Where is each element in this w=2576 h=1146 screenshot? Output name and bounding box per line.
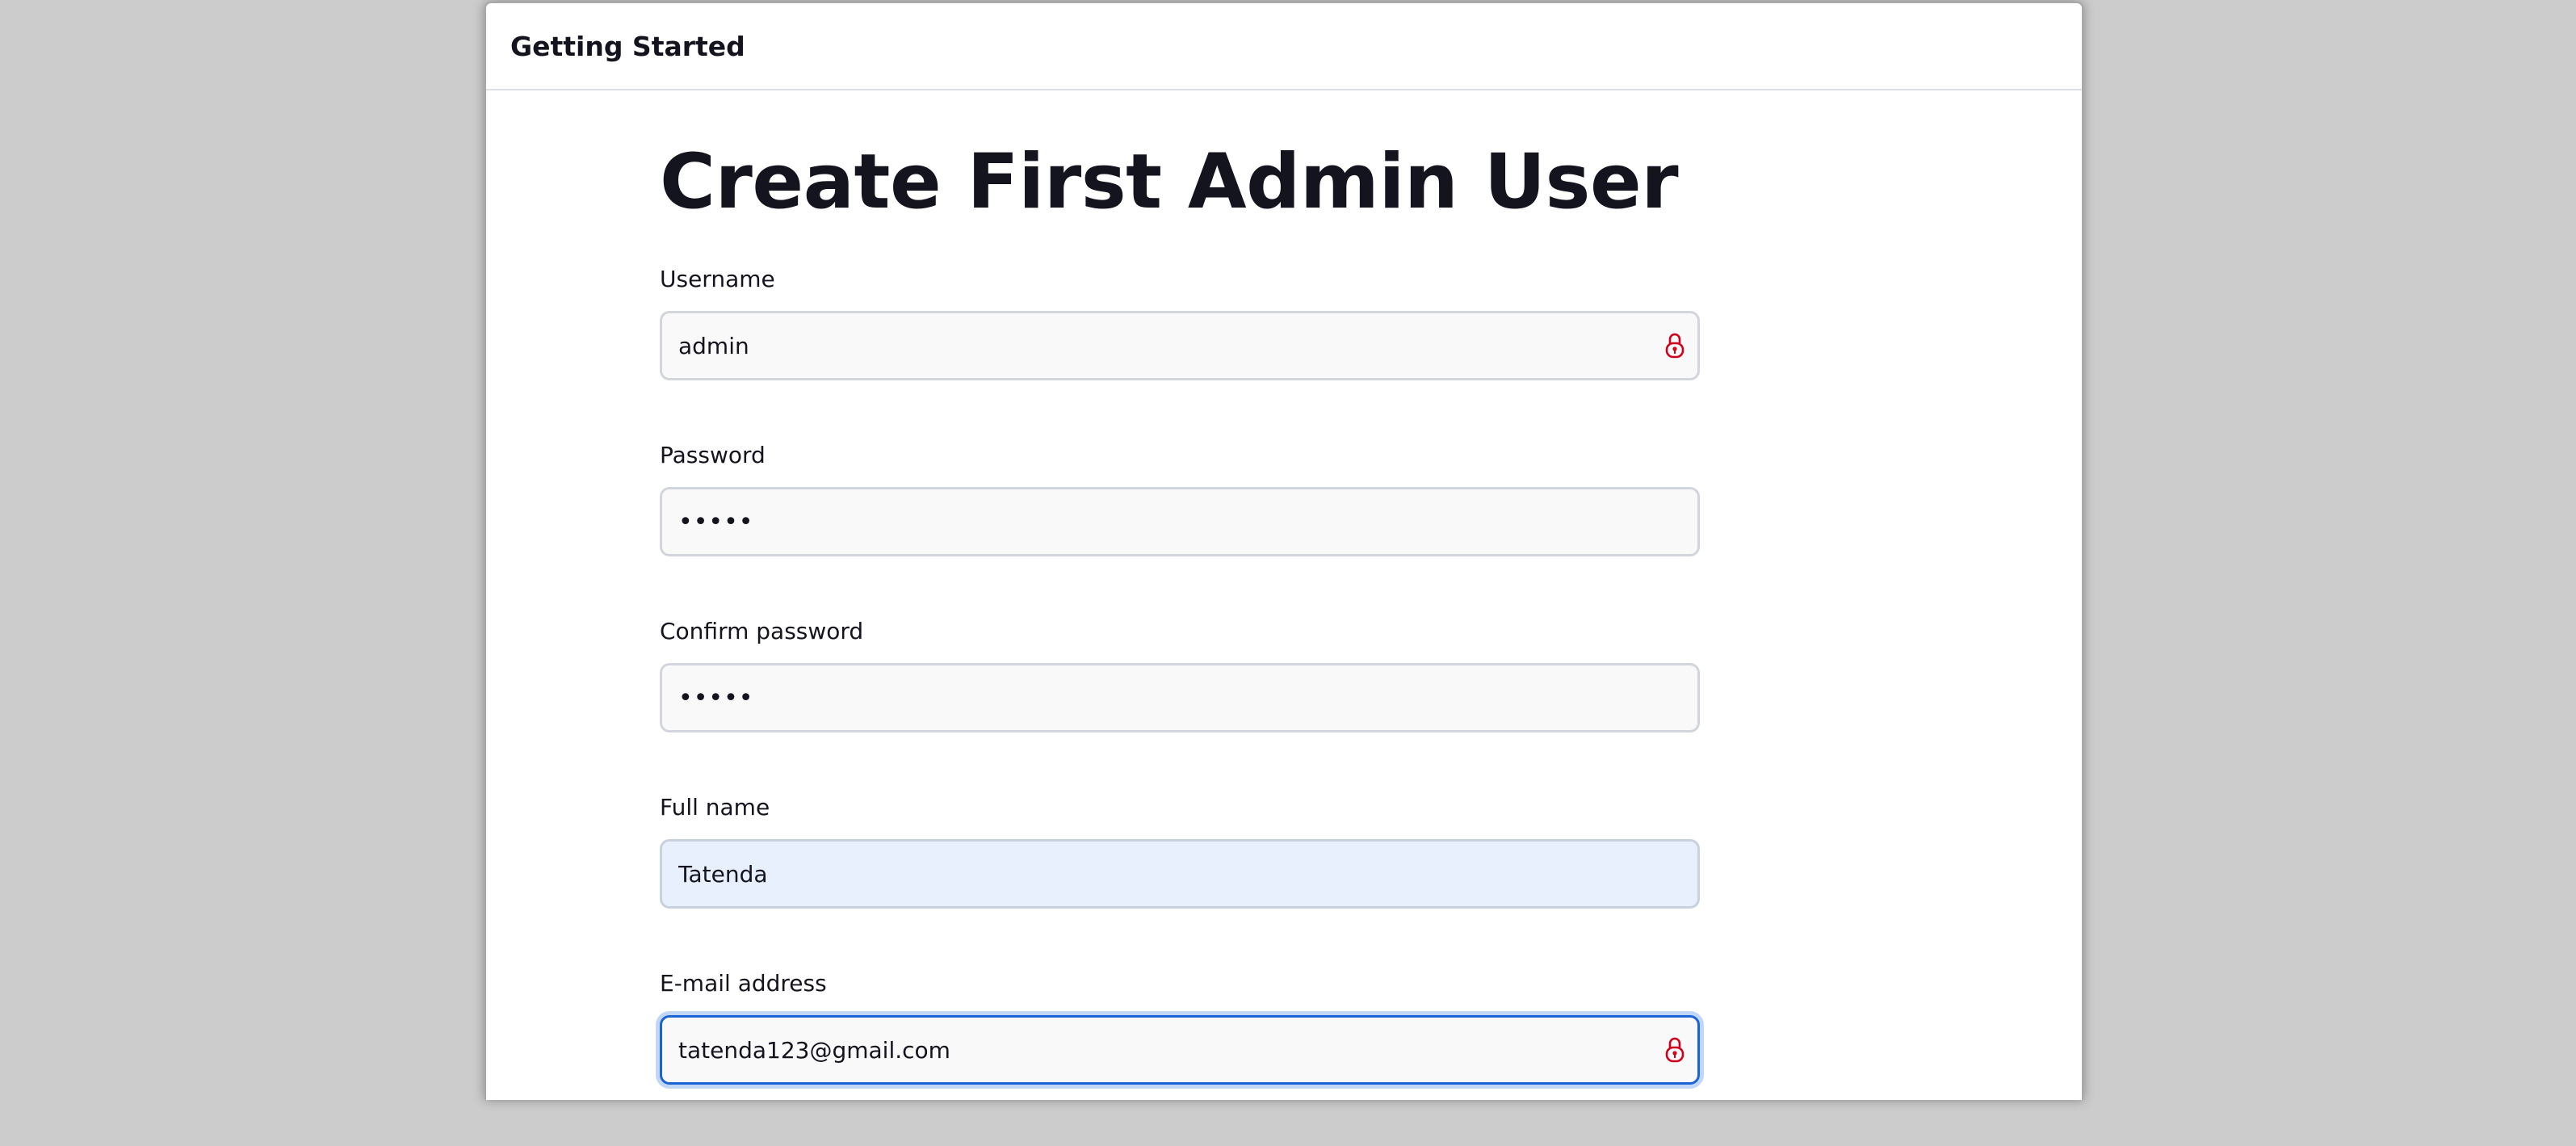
confirm-password-label: Confirm password bbox=[660, 618, 864, 645]
email-input[interactable] bbox=[660, 1015, 1700, 1085]
create-admin-form: Create First Admin User Username Passwor… bbox=[660, 141, 1701, 1146]
full-name-field-group: Full name bbox=[660, 794, 1701, 909]
confirm-password-input[interactable] bbox=[660, 663, 1700, 733]
confirm-password-input-wrap bbox=[660, 663, 1700, 733]
username-label: Username bbox=[660, 266, 775, 293]
password-field-group: Password bbox=[660, 442, 1701, 557]
email-label: E-mail address bbox=[660, 970, 827, 997]
confirm-password-field-group: Confirm password bbox=[660, 618, 1701, 733]
username-input[interactable] bbox=[660, 311, 1700, 381]
full-name-input[interactable] bbox=[660, 839, 1700, 909]
full-name-label: Full name bbox=[660, 794, 770, 821]
dialog-header: Getting Started bbox=[486, 3, 2082, 90]
password-input[interactable] bbox=[660, 487, 1700, 557]
username-field-group: Username bbox=[660, 266, 1701, 381]
lock-icon[interactable] bbox=[1664, 332, 1685, 359]
password-label: Password bbox=[660, 442, 766, 469]
page-title: Create First Admin User bbox=[660, 138, 1679, 226]
getting-started-dialog: Getting Started Create First Admin User … bbox=[485, 2, 2083, 1100]
email-input-wrap bbox=[660, 1015, 1700, 1085]
email-field-group: E-mail address bbox=[660, 970, 1701, 1085]
lock-icon[interactable] bbox=[1664, 1036, 1685, 1064]
password-input-wrap bbox=[660, 487, 1700, 557]
full-name-input-wrap bbox=[660, 839, 1700, 909]
username-input-wrap bbox=[660, 311, 1700, 381]
dialog-title: Getting Started bbox=[510, 30, 745, 62]
